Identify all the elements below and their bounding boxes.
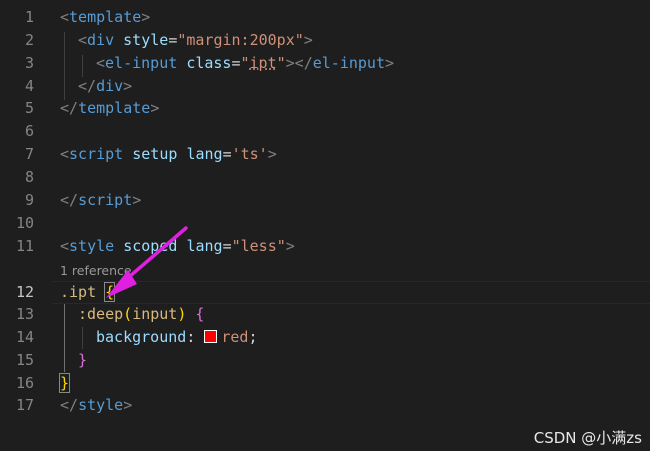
- tag-bracket: >: [123, 77, 133, 95]
- line-number: 8: [24, 168, 34, 186]
- code-line[interactable]: </script>: [0, 189, 650, 212]
- tag-bracket: >: [267, 145, 277, 163]
- close-brace: }: [58, 373, 71, 393]
- code-line[interactable]: <el-input class="ipt"></el-input>: [0, 52, 650, 75]
- tag-name: script: [78, 191, 133, 209]
- quote: ": [276, 54, 286, 72]
- tag-bracket: </: [60, 396, 79, 414]
- code-line[interactable]: }: [0, 349, 650, 372]
- code-line[interactable]: </template>: [0, 97, 650, 120]
- code-line[interactable]: <template>: [0, 6, 650, 29]
- attribute-value: "margin:200px": [177, 31, 304, 49]
- tag-bracket: ></: [285, 54, 313, 72]
- tag-bracket: <: [96, 54, 106, 72]
- code-line[interactable]: <div style="margin:200px">: [0, 29, 650, 52]
- css-property: background: [96, 328, 187, 346]
- attribute-name: scoped: [123, 237, 178, 255]
- tag-bracket: >: [132, 191, 142, 209]
- line-number: 10: [15, 214, 34, 232]
- close-brace: }: [78, 351, 88, 369]
- attribute-name: style: [123, 31, 169, 49]
- code-line[interactable]: }: [0, 372, 650, 395]
- tag-name: div: [87, 31, 115, 49]
- line-number: 6: [24, 122, 34, 140]
- attribute-name: lang: [186, 145, 223, 163]
- code-editor[interactable]: 1 2 3 4 5 6 7 8 9 10 11 12 13 14 15 16 1…: [0, 0, 650, 451]
- css-selector: .ipt: [60, 283, 97, 301]
- tag-bracket: </: [78, 77, 97, 95]
- colon: :: [186, 328, 205, 346]
- class-value: ipt: [249, 54, 277, 72]
- open-brace: {: [104, 282, 116, 302]
- open-brace: {: [195, 305, 205, 323]
- semicolon: ;: [248, 328, 258, 346]
- tag-name: template: [78, 99, 151, 117]
- code-line[interactable]: :deep(input) {: [0, 303, 650, 326]
- attribute-name: setup: [132, 145, 178, 163]
- code-line[interactable]: <style scoped lang="less">: [0, 235, 650, 258]
- attribute-name: class: [186, 54, 232, 72]
- code-line[interactable]: background: red;: [0, 326, 650, 349]
- watermark: CSDN @小满zs: [533, 429, 642, 447]
- code-line[interactable]: </div>: [0, 75, 650, 98]
- paren: (: [123, 305, 133, 323]
- tag-bracket: >: [150, 99, 160, 117]
- tag-bracket: >: [303, 31, 313, 49]
- tag-bracket: >: [123, 396, 133, 414]
- tag-bracket: <: [60, 145, 70, 163]
- tag-name: script: [69, 145, 124, 163]
- tag-name: div: [96, 77, 124, 95]
- attribute-value: 'ts': [231, 145, 268, 163]
- pseudo-selector: :deep: [78, 305, 124, 323]
- code-line[interactable]: </style>: [0, 394, 650, 417]
- attribute-value: "less": [231, 237, 286, 255]
- tag-name: el-input: [105, 54, 178, 72]
- code-line-active[interactable]: .ipt {: [0, 281, 650, 304]
- tag-bracket: <: [60, 8, 70, 26]
- tag-bracket: <: [60, 237, 70, 255]
- tag-bracket: </: [60, 191, 79, 209]
- tag-bracket: >: [385, 54, 395, 72]
- tag-bracket: >: [285, 237, 295, 255]
- equals-sign: =: [168, 31, 178, 49]
- attribute-name: lang: [186, 237, 223, 255]
- color-swatch-icon[interactable]: [204, 330, 218, 343]
- equals-sign: =: [231, 54, 241, 72]
- tag-bracket: </: [60, 99, 79, 117]
- partial-top-line: [0, 0, 650, 5]
- equals-sign: =: [222, 145, 232, 163]
- quote: ": [240, 54, 250, 72]
- tag-bracket: >: [141, 8, 151, 26]
- code-line[interactable]: <script setup lang='ts'>: [0, 143, 650, 166]
- equals-sign: =: [222, 237, 232, 255]
- tag-bracket: <: [78, 31, 88, 49]
- tag-name: template: [69, 8, 142, 26]
- codelens-references[interactable]: 1 reference: [60, 260, 132, 282]
- tag-name: style: [78, 396, 124, 414]
- tag-name: el-input: [312, 54, 385, 72]
- selector-argument: input: [132, 305, 178, 323]
- css-value: red: [221, 328, 249, 346]
- tag-name: style: [69, 237, 115, 255]
